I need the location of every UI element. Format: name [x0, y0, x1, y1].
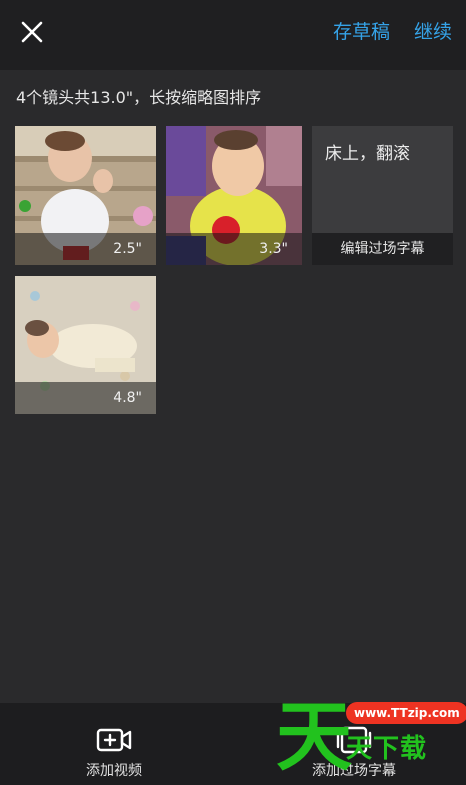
clip-thumbnail-4[interactable]: 4.8"	[15, 276, 156, 414]
watermark-text: 天下载	[346, 734, 428, 764]
clip-duration: 3.3"	[259, 241, 288, 257]
clip-thumbnail-2[interactable]: 3.3"	[166, 126, 302, 265]
subtitle-card-text: 床上，翻滚	[325, 144, 410, 164]
site-watermark: 天 www.TTzip.com 天下载	[276, 692, 466, 781]
add-video-label: 添加视频	[86, 763, 142, 779]
app-screen: 存草稿 继续 4个镜头共13.0"，长按缩略图排序 2.5" 3.3" 床上，翻…	[0, 0, 466, 785]
edit-subtitle-button[interactable]: 编辑过场字幕	[312, 233, 453, 265]
watermark-logo-char: 天	[276, 692, 352, 781]
clip-duration: 2.5"	[113, 241, 142, 257]
save-draft-button[interactable]: 存草稿	[333, 18, 390, 46]
close-icon	[21, 21, 43, 43]
clip-summary: 4个镜头共13.0"，长按缩略图排序	[16, 88, 262, 107]
video-plus-icon	[96, 728, 132, 752]
clip-thumbnail-1[interactable]: 2.5"	[15, 126, 156, 265]
subtitle-card[interactable]: 床上，翻滚 编辑过场字幕	[312, 126, 453, 265]
watermark-url: www.TTzip.com	[346, 702, 466, 724]
add-video-button[interactable]: 添加视频	[34, 703, 194, 785]
clip-duration: 4.8"	[113, 390, 142, 406]
top-bar: 存草稿 继续	[0, 0, 466, 70]
close-button[interactable]	[14, 14, 50, 50]
continue-button[interactable]: 继续	[414, 18, 452, 46]
